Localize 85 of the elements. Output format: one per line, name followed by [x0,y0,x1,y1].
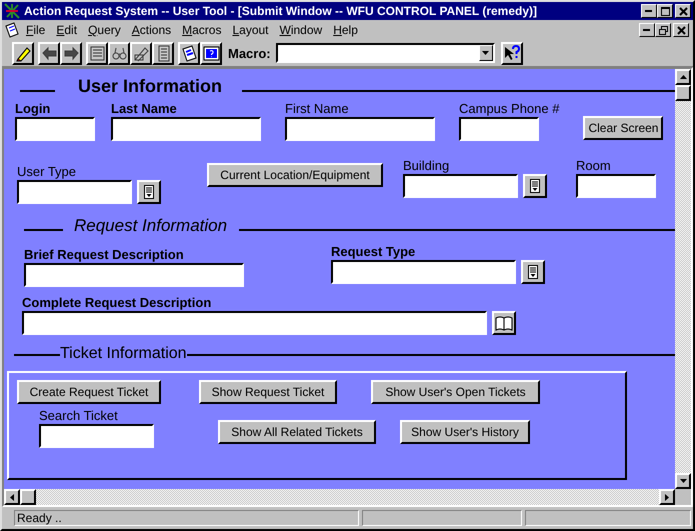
create-ticket-button[interactable]: Create Request Ticket [17,380,161,404]
app-icon [4,3,20,19]
menu-item[interactable]: Actions [132,23,172,37]
text-field[interactable] [459,117,539,141]
menu-item[interactable]: Edit [56,23,78,37]
menu-item[interactable]: Macros [182,23,222,37]
close-icon [676,26,686,34]
field-label: Complete Request Description [22,295,212,310]
field-label: User Type [17,164,78,179]
field-label: Last Name [111,101,178,116]
close-button[interactable] [673,23,689,37]
list-icon [529,178,541,194]
field-label: Login [15,101,52,116]
menu-item[interactable]: Query [88,23,121,37]
field-label: Search Ticket [39,408,119,423]
back-icon [40,44,58,62]
text-field[interactable] [331,260,516,284]
vertical-scrollbar[interactable] [675,69,691,489]
field-label: Room [576,158,612,173]
help-button[interactable] [200,42,222,64]
pen-icon [132,44,150,62]
down-arrow-icon [680,479,686,483]
maximize-icon [660,6,670,16]
scroll-thumb[interactable] [675,85,691,101]
field-label: First Name [285,101,350,116]
related-tickets-button[interactable]: Show All Related Tickets [218,420,376,444]
menu-button[interactable] [521,260,545,284]
scroll-thumb[interactable] [20,489,36,505]
field-label: Building [403,158,450,173]
text-field[interactable] [22,311,487,335]
window-title: Action Request System -- User Tool - [Submit Window -- WFU CONTROL PANEL (remedy)] [24,4,538,18]
menu-item[interactable]: Window [280,23,322,37]
forward-icon [62,44,80,62]
restore-icon [658,26,668,34]
menu-item[interactable]: Help [333,23,358,37]
field-label: Request Type [331,244,416,259]
minimize-icon [643,28,651,32]
dropdown-arrow-icon [482,50,490,56]
horizontal-scrollbar[interactable] [4,489,675,505]
status-message: Ready .. [14,510,359,526]
section-title: Ticket Information [60,345,187,363]
text-field[interactable] [39,424,154,448]
text-field[interactable] [576,174,656,198]
list-icon [527,264,539,280]
location-button[interactable]: Current Location/Equipment [207,163,383,187]
text-field[interactable] [111,117,261,141]
text-field[interactable] [285,117,435,141]
text-field[interactable] [17,180,132,204]
text-field[interactable] [24,263,244,287]
maximize-button[interactable] [657,4,673,18]
whats-this-button[interactable] [500,42,523,64]
text-field[interactable] [15,117,95,141]
field-label: Brief Request Description [24,247,185,262]
minimize-button[interactable] [641,4,657,18]
menu-item[interactable]: File [26,23,46,37]
book-button[interactable] [492,311,516,335]
text-field[interactable] [403,174,518,198]
minimize-button[interactable] [639,23,655,37]
section-title: Request Information [74,216,228,236]
close-button[interactable] [675,4,691,18]
section-title: User Information [78,76,222,97]
pencil-icon [14,44,32,62]
right-arrow-icon [665,494,669,500]
field-label: Campus Phone # [459,101,560,116]
close-icon [678,6,688,16]
document-icon [4,22,20,38]
minimize-icon [645,10,653,12]
pencil-button[interactable] [12,42,34,64]
open-tickets-button[interactable]: Show User's Open Tickets [371,380,540,404]
list-icon [143,184,155,200]
pointer-question-icon [503,44,520,62]
restore-button[interactable] [655,23,671,37]
menu-button[interactable] [523,174,547,198]
up-arrow-icon [680,75,686,79]
clear-screen-button[interactable]: Clear Screen [583,116,664,140]
help-icon [202,44,220,62]
history-button[interactable]: Show User's History [400,420,530,444]
macro-dropdown[interactable] [276,43,495,63]
list-icon [88,44,106,62]
macro-label: Macro: [228,46,271,60]
book-icon [495,316,513,330]
left-arrow-icon [10,494,14,500]
menu-item[interactable]: Layout [232,23,269,37]
menu-button[interactable] [137,180,161,204]
show-ticket-button[interactable]: Show Request Ticket [199,380,337,404]
